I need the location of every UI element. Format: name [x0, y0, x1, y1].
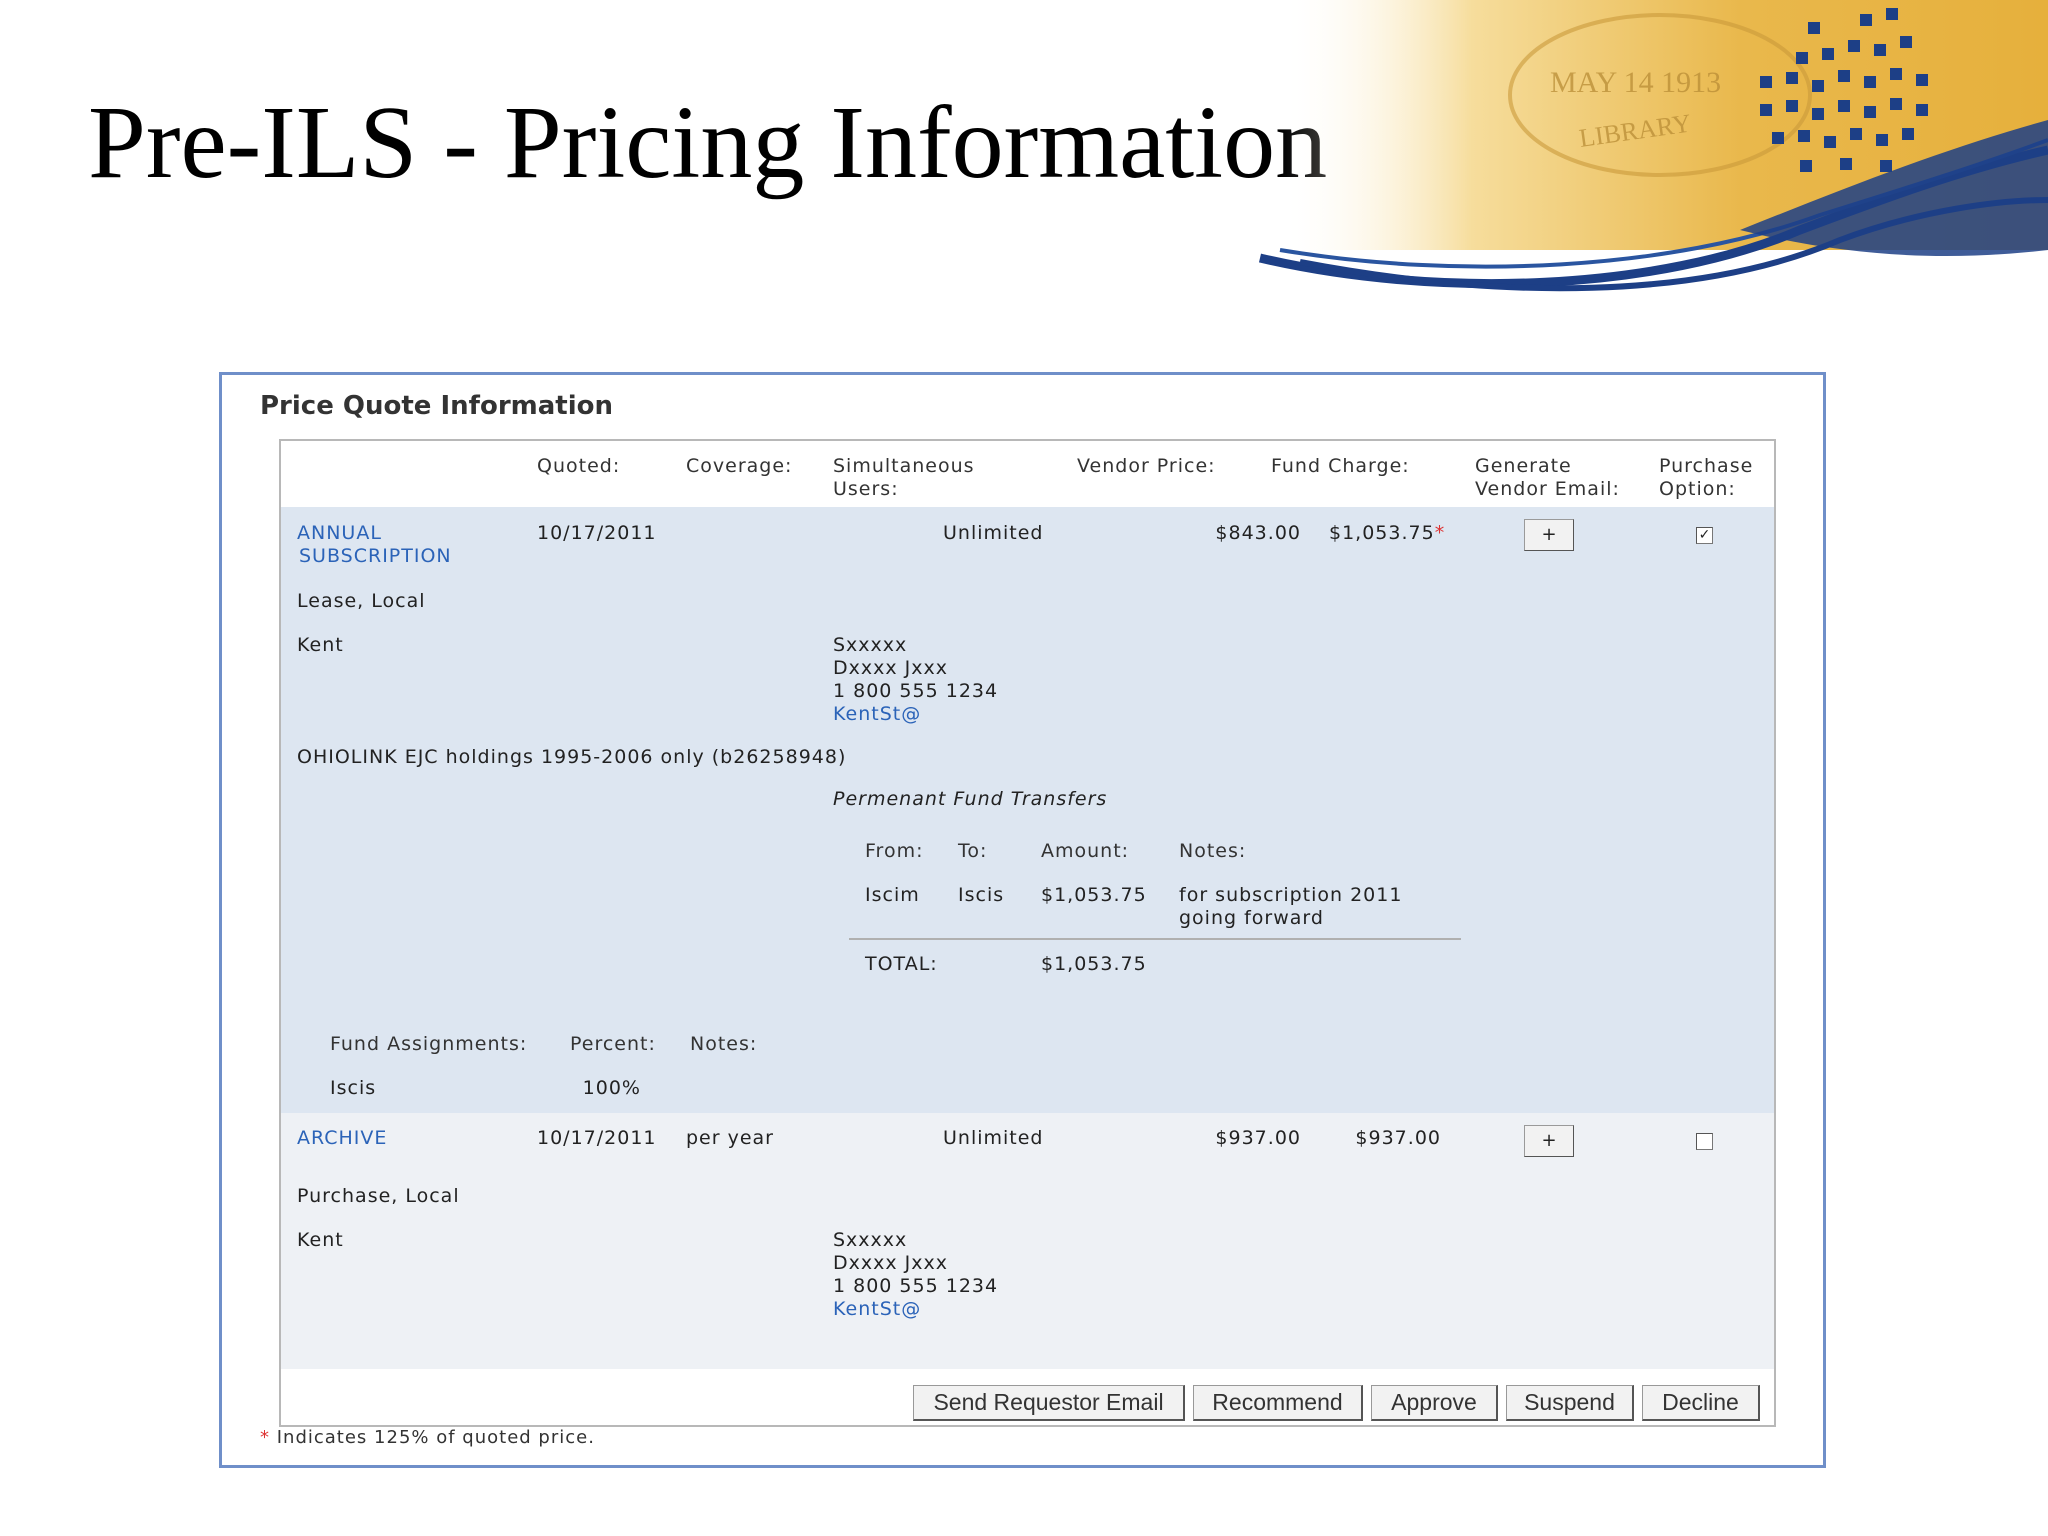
approve-button[interactable]: Approve — [1371, 1385, 1498, 1421]
contact-person: Dxxxx Jxxx — [833, 1252, 948, 1274]
vendor-price-value: $843.00 — [1215, 522, 1301, 544]
purchase-option-checkbox[interactable]: ✓ — [1696, 527, 1713, 544]
purchase-option-checkbox[interactable] — [1696, 1133, 1713, 1150]
assign-fund: Iscis — [330, 1077, 377, 1099]
price-quote-panel: Price Quote Information Quoted: Coverage… — [219, 372, 1826, 1468]
contact-email-link[interactable]: KentSt@ — [833, 703, 921, 726]
generate-vendor-email-button[interactable]: + — [1524, 519, 1574, 551]
col-fund-charge: Fund Charge: — [1271, 455, 1410, 477]
generate-vendor-email-button[interactable]: + — [1524, 1125, 1574, 1157]
col-simultaneous-1: Simultaneous — [833, 455, 975, 477]
assign-percent: 100% — [582, 1077, 641, 1099]
suspend-button[interactable]: Suspend — [1506, 1385, 1634, 1421]
contact-name: Sxxxxx — [833, 634, 908, 656]
transfer-notes-cont: going forward — [1179, 907, 1324, 929]
col-simultaneous-2: Users: — [833, 478, 899, 500]
quote-location: Kent — [297, 1229, 344, 1251]
fund-charge-asterisk: * — [1434, 522, 1446, 544]
stamp-date-text: MAY 14 1913 — [1550, 66, 1721, 99]
assign-col-notes: Notes: — [690, 1033, 758, 1055]
price-quote-table: Quoted: Coverage: Simultaneous Users: Ve… — [279, 439, 1776, 1427]
quote-name-link-cont[interactable]: SUBSCRIPTION — [299, 545, 452, 568]
fund-charge-value: $1,053.75* — [1329, 522, 1446, 544]
transfer-amount: $1,053.75 — [1041, 884, 1147, 906]
col-vendor-price: Vendor Price: — [1077, 455, 1216, 477]
transfers-divider — [849, 938, 1461, 940]
col-purchase-2: Option: — [1659, 478, 1736, 500]
slide-title: Pre-ILS - Pricing Information — [88, 85, 1328, 200]
quoted-date: 10/17/2011 — [537, 522, 657, 544]
transfers-title: Permenant Fund Transfers — [833, 788, 1108, 810]
assign-col-percent: Percent: — [570, 1033, 656, 1055]
vendor-price-value: $937.00 — [1215, 1127, 1301, 1149]
quoted-date: 10/17/2011 — [537, 1127, 657, 1149]
quote-terms: Purchase, Local — [297, 1185, 460, 1207]
recommend-button[interactable]: Recommend — [1193, 1385, 1363, 1421]
quote-location: Kent — [297, 634, 344, 656]
transfers-total-amount: $1,053.75 — [1041, 953, 1147, 975]
transfer-from: Iscim — [865, 884, 920, 906]
transfer-col-from: From: — [865, 840, 924, 862]
users-value: Unlimited — [943, 522, 1044, 544]
col-generate-2: Vendor Email: — [1475, 478, 1620, 500]
transfer-to: Iscis — [958, 884, 1005, 906]
transfer-notes: for subscription 2011 — [1179, 884, 1403, 906]
transfer-col-to: To: — [958, 840, 988, 862]
contact-phone: 1 800 555 1234 — [833, 1275, 999, 1297]
transfer-col-amount: Amount: — [1041, 840, 1130, 862]
contact-name: Sxxxxx — [833, 1229, 908, 1251]
quote-terms: Lease, Local — [297, 590, 426, 612]
holdings-note: OHIOLINK EJC holdings 1995-2006 only (b2… — [297, 746, 847, 768]
contact-person: Dxxxx Jxxx — [833, 657, 948, 679]
decline-button[interactable]: Decline — [1642, 1385, 1760, 1421]
col-purchase-1: Purchase — [1659, 455, 1754, 477]
transfer-col-notes: Notes: — [1179, 840, 1247, 862]
col-coverage: Coverage: — [686, 455, 793, 477]
coverage-value: per year — [686, 1127, 774, 1149]
fund-charge-value: $937.00 — [1355, 1127, 1441, 1149]
col-quoted: Quoted: — [537, 455, 621, 477]
contact-phone: 1 800 555 1234 — [833, 680, 999, 702]
quote-name-link[interactable]: ANNUAL — [297, 522, 382, 545]
assign-col-fund: Fund Assignments: — [330, 1033, 528, 1055]
col-generate-1: Generate — [1475, 455, 1572, 477]
footnote-text: Indicates 125% of quoted price. — [276, 1427, 595, 1448]
send-requestor-email-button[interactable]: Send Requestor Email — [913, 1385, 1185, 1421]
users-value: Unlimited — [943, 1127, 1044, 1149]
library-banner-graphic: MAY 14 1913 LIBRARY — [1258, 0, 2048, 292]
panel-title: Price Quote Information — [260, 391, 614, 421]
footnote: * Indicates 125% of quoted price. — [260, 1427, 595, 1448]
transfers-total-label: TOTAL: — [865, 953, 938, 975]
quote-name-link[interactable]: ARCHIVE — [297, 1127, 387, 1150]
footnote-asterisk: * — [260, 1427, 270, 1448]
contact-email-link[interactable]: KentSt@ — [833, 1298, 921, 1321]
